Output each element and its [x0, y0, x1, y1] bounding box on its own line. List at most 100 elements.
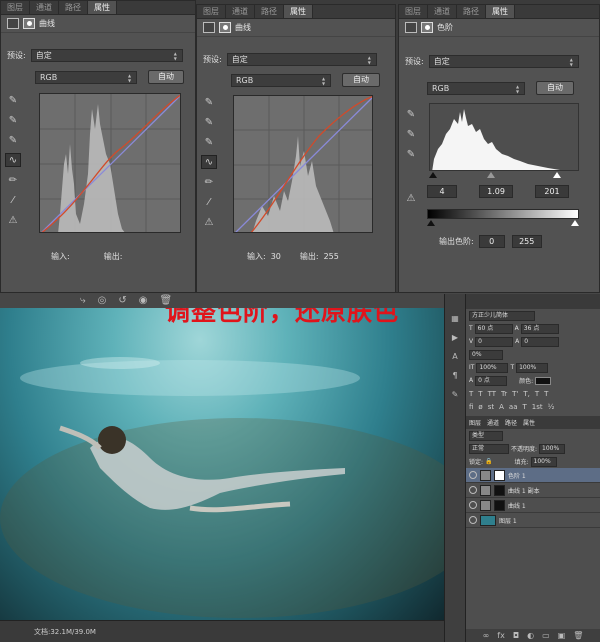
eyedropper-white-icon[interactable]: ✎ [201, 135, 217, 149]
ligature-icon[interactable]: fi [469, 403, 473, 411]
titling-icon[interactable]: T [523, 403, 527, 411]
ordinal-icon[interactable]: aa [509, 403, 518, 411]
auto-button[interactable]: 自动 [342, 73, 380, 87]
link-icon[interactable]: ∞ [483, 631, 490, 640]
strikethrough-icon[interactable]: T [544, 390, 548, 398]
subscript-icon[interactable]: T, [523, 390, 530, 398]
tab-channels[interactable]: 通道 [428, 5, 457, 18]
color-swatch[interactable] [535, 376, 552, 385]
lock-icon[interactable]: 🔒 [485, 458, 492, 465]
layer-row[interactable]: 曲线 1 副本 [466, 483, 600, 498]
faux-bold-icon[interactable]: T [469, 390, 473, 398]
tab-channels[interactable]: 通道 [226, 5, 255, 18]
tab-properties[interactable]: 属性 [88, 1, 117, 14]
eyedropper-black-icon[interactable]: ✎ [5, 93, 21, 107]
tab-channels[interactable]: 通道 [30, 1, 59, 14]
tab-paths[interactable]: 路径 [457, 5, 486, 18]
oldstyle-icon[interactable]: ø [478, 403, 482, 411]
channel-select[interactable]: RGB [35, 70, 137, 84]
superscript-icon[interactable]: T' [512, 390, 518, 398]
character-icon[interactable]: A [452, 352, 457, 361]
histogram-warning-icon[interactable]: ⚠ [201, 215, 217, 229]
pencil-icon[interactable]: ✏ [201, 175, 217, 189]
alternates-icon[interactable]: A [499, 403, 504, 411]
actions-icon[interactable]: ▶ [452, 333, 458, 342]
preset-select[interactable]: 自定 [30, 49, 183, 62]
tab-paths[interactable]: 路径 [59, 1, 88, 14]
eye-icon[interactable] [469, 501, 477, 509]
small-caps-icon[interactable]: Tr [501, 390, 507, 398]
opacity-field[interactable]: 100% [539, 443, 566, 454]
fill-field[interactable]: 100% [530, 456, 557, 467]
eye-icon[interactable] [469, 486, 477, 494]
view-previous-icon[interactable]: ◎ [98, 295, 107, 306]
preset-select[interactable]: 自定 [428, 55, 579, 68]
adjustment-icon[interactable]: ◐ [527, 631, 534, 640]
tab-properties[interactable]: 属性 [523, 418, 535, 427]
vscale-field[interactable]: 100% [476, 362, 509, 373]
smooth-icon[interactable]: ⁄ [5, 193, 21, 207]
eyedropper-white-icon[interactable]: ✎ [403, 147, 419, 161]
fx-icon[interactable]: fx [497, 631, 505, 640]
tab-properties[interactable]: 属性 [284, 5, 313, 18]
preset-select[interactable]: 自定 [226, 53, 377, 66]
fraction-icon[interactable]: 1st [532, 403, 543, 411]
add-mask-icon[interactable]: ◘ [513, 631, 519, 640]
histogram-warning-icon[interactable]: ⚠ [403, 191, 419, 205]
tab-layers[interactable]: 图层 [469, 418, 481, 427]
delete-icon[interactable]: 🗑 [159, 295, 172, 306]
curve-edit-icon[interactable]: ∿ [201, 155, 217, 169]
histogram-warning-icon[interactable]: ⚠ [5, 213, 21, 227]
kerning-field[interactable]: 0 [475, 336, 514, 347]
curve-edit-icon[interactable]: ∿ [5, 153, 21, 167]
half-icon[interactable]: ½ [548, 403, 555, 411]
tab-layers[interactable]: 图层 [399, 5, 428, 18]
curve-graph[interactable] [233, 95, 373, 233]
layer-row[interactable]: 色阶 1 [466, 468, 600, 483]
trash-icon[interactable]: 🗑 [573, 631, 583, 640]
levels-slider[interactable] [429, 172, 579, 178]
brush-icon[interactable]: ✎ [452, 390, 459, 399]
tab-channels[interactable]: 通道 [487, 418, 499, 427]
folder-icon[interactable]: ▭ [542, 631, 550, 640]
faux-italic-icon[interactable]: T [478, 390, 482, 398]
reset-icon[interactable]: ↺ [118, 295, 126, 306]
history-icon[interactable]: ▦ [451, 314, 459, 323]
mask-icon[interactable] [219, 22, 231, 33]
paragraph-icon[interactable]: ¶ [452, 371, 457, 380]
tab-paths[interactable]: 路径 [505, 418, 517, 427]
eyedropper-gray-icon[interactable]: ✎ [201, 115, 217, 129]
new-layer-icon[interactable]: ▣ [558, 631, 566, 640]
font-select[interactable]: 方正少儿简体 [469, 310, 535, 321]
leading-field[interactable]: 36 点 [520, 323, 559, 334]
pencil-icon[interactable]: ✏ [5, 173, 21, 187]
mask-icon[interactable] [23, 18, 35, 29]
auto-button[interactable]: 自动 [148, 70, 184, 84]
tab-layers[interactable]: 图层 [1, 1, 30, 14]
output-slider[interactable] [427, 220, 579, 226]
clip-to-layer-icon[interactable]: ⤷ [80, 295, 86, 306]
tracking-field[interactable]: 0 [521, 336, 560, 347]
layer-kind-filter[interactable]: 类型 [469, 430, 503, 441]
blend-mode-select[interactable]: 正常 [469, 443, 509, 454]
eye-icon[interactable] [469, 516, 477, 524]
eyedropper-gray-icon[interactable]: ✎ [403, 127, 419, 141]
underline-icon[interactable]: T [535, 390, 539, 398]
eyedropper-gray-icon[interactable]: ✎ [5, 113, 21, 127]
visibility-icon[interactable]: ◉ [139, 295, 148, 306]
channel-select[interactable]: RGB [427, 81, 525, 95]
hscale-field[interactable]: 100% [516, 362, 549, 373]
swash-icon[interactable]: st [488, 403, 494, 411]
canvas-image[interactable]: 调整色阶，还原肤色 [0, 308, 444, 626]
layer-row[interactable]: 曲线 1 [466, 498, 600, 513]
input-gamma-field[interactable]: 1.09 [479, 185, 513, 198]
output-white-field[interactable]: 255 [511, 235, 542, 248]
tab-layers[interactable]: 图层 [197, 5, 226, 18]
eye-icon[interactable] [469, 471, 477, 479]
tab-properties[interactable]: 属性 [486, 5, 515, 18]
layer-row[interactable]: 图层 1 [466, 513, 600, 528]
smooth-icon[interactable]: ⁄ [201, 195, 217, 209]
all-caps-icon[interactable]: TT [488, 390, 496, 398]
eyedropper-black-icon[interactable]: ✎ [201, 95, 217, 109]
baseline-field[interactable]: 0 点 [475, 375, 508, 386]
